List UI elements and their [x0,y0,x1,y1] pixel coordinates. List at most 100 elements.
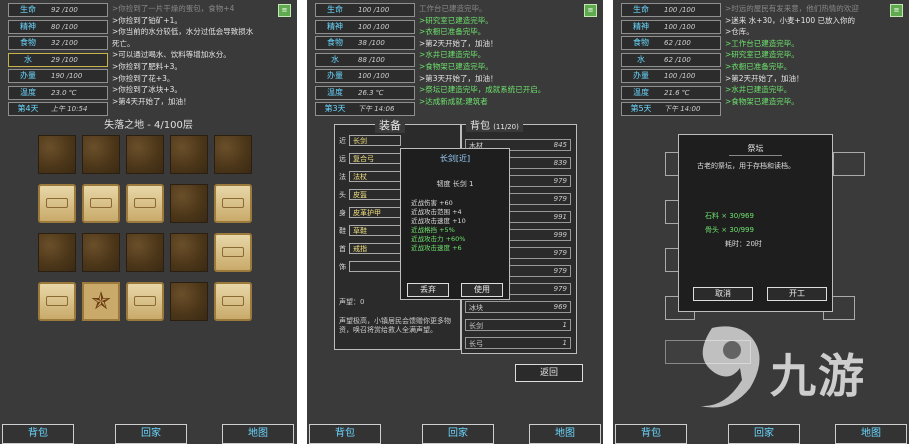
stat-hp: 生命 100 /100 [621,3,721,17]
stat-day: 第3天 下午 14:06 [315,102,415,116]
message-log: 工作台已建造完毕。 >研究室已建造完毕。 >衣橱已准备完毕。 >第2天开始了，加… [419,3,597,107]
map-tile-dirt[interactable] [38,233,76,272]
building-slot[interactable] [833,152,865,176]
map-tile-dirt[interactable] [82,135,120,174]
log-line: >第4天开始了，加油！ [112,96,191,106]
logo-text: 九游 [770,349,866,403]
menu-icon[interactable]: ≡ [278,4,291,17]
bag-button[interactable]: 背包 [615,424,687,444]
equip-slot[interactable]: 头皮盔 [339,189,401,200]
equip-slot[interactable]: 鞋草鞋 [339,225,401,236]
map-tile-chest-icon[interactable] [214,233,252,272]
log-line: >你捡到了肥料+3。 [112,61,182,71]
stats-list: 生命 100 /100 精神 100 /100 食物 62 /100 水 62 /100… [621,3,721,119]
map-tile-chest-icon[interactable] [38,282,76,321]
stat-day: 第5天 下午 14:00 [621,102,721,116]
stat-energy: 办量 190 /100 [8,69,108,83]
cancel-button[interactable]: 取消 [693,287,753,301]
bag-header: 背包 (11/20) [466,117,523,132]
log-line: >食物架已建造完毕。 [725,96,799,106]
altar-time: 耗时：20时 [725,240,762,248]
equipment-header: 装备 [375,117,405,133]
message-log: >时远的屋民有发来意，他们热情的欢迎 >迷来 水+30，小麦+100 已放入你的… [725,3,903,107]
stat-hp: 生命 92 /100 [8,3,108,17]
panel-map: 生命 92 /100 精神 80 /100 食物 32 /100 水 29 /100 办… [0,0,297,444]
menu-icon[interactable]: ≡ [584,4,597,17]
altar-description: 古老的祭坛，用于存档和读档。 [697,162,795,170]
home-button[interactable]: 回家 [115,424,187,444]
bag-button[interactable]: 背包 [2,424,74,444]
home-button[interactable]: 回家 [728,424,800,444]
map-tile-dirt[interactable] [170,282,208,321]
map-button[interactable]: 地图 [222,424,294,444]
bag-item[interactable]: 长剑 1 [465,319,571,331]
equip-slot[interactable]: 近长剑 [339,135,401,146]
bag-item[interactable]: 冰块 969 [465,301,571,313]
use-button[interactable]: 使用 [461,283,503,297]
log-line: >达成新成就:建筑者 [419,96,488,106]
map-tile-dirt[interactable] [214,135,252,174]
log-line: >你捡到了花+3。 [112,73,175,83]
equip-slot[interactable]: 法法杖 [339,171,401,182]
log-line: 死亡。 [112,38,135,48]
log-line: >你当前的水分较低，水分过低会导致损水 [112,27,254,37]
altar-requirement: 石料 × 30/969 [705,212,754,220]
bag-button[interactable]: 背包 [309,424,381,444]
equip-slot[interactable]: 远复合弓 [339,153,401,164]
log-line: >衣橱已准备完毕。 [725,61,792,71]
message-log: >你捡到了一片干燥的蛋包，食物+4 >你捡到了铂矿+1。 >你当前的水分较低，水… [112,3,290,107]
log-line: >第2天开始了，加油！ [725,73,804,83]
stat-spirit: 精神 80 /100 [8,19,108,34]
fame-label: 声望：0 [339,298,365,306]
logo-watermark: 九游 [690,318,900,413]
map-tile-star-icon[interactable]: ✯ [82,282,120,321]
map-tile-dirt[interactable] [38,135,76,174]
build-button[interactable]: 开工 [767,287,827,301]
log-line: >第3天开始了，加油！ [419,73,498,83]
log-line: 工作台已建造完毕。 [419,4,487,13]
log-line: >水井已建造完毕。 [725,85,792,95]
stat-day: 第4天 上午 10:54 [8,102,108,116]
back-button[interactable]: 返回 [515,364,583,382]
map-tile-chest-icon[interactable] [126,184,164,223]
equip-slot[interactable]: 饰 [339,261,401,272]
stat-food: 食物 32 /100 [8,36,108,50]
bag-item[interactable]: 长弓 1 [465,337,571,349]
map-button[interactable]: 地图 [835,424,907,444]
stat-water: 水 88 /100 [315,52,415,67]
map-tile-chest-icon[interactable] [126,282,164,321]
map-tile-dirt[interactable] [170,184,208,223]
map-tile-dirt[interactable] [82,233,120,272]
stat-temp: 温度 23.0 ℃ [8,85,108,100]
log-line: >研究室已建造完毕。 [419,15,493,25]
map-tile-dirt[interactable] [126,135,164,174]
altar-title: 祭坛 [747,144,764,153]
item-stats: 近战伤害 +60 近战攻击范围 +4 近战攻击速度 +10 近战格挡 +5% 近… [411,199,466,252]
stat-energy: 办量 100 /100 [621,69,721,83]
stat-hp: 生命 100 /100 [315,3,415,17]
stat-energy: 办量 100 /100 [315,69,415,83]
map-tile-chest-icon[interactable] [82,184,120,223]
fame-description: 声望极高，小镇居民会馈赠你更多物资，唤召将赏给救人全满声望。 [339,317,451,334]
log-line: >衣橱已准备完毕。 [419,27,486,37]
log-line: >仓库。 [725,27,754,37]
log-line: >祭坛已建造完毕，成就系统已开启。 [419,85,546,95]
map-tile-dirt[interactable] [170,233,208,272]
stat-spirit: 精神 100 /100 [315,19,415,34]
map-tile-dirt[interactable] [126,233,164,272]
stats-list: 生命 92 /100 精神 80 /100 食物 32 /100 水 29 /100 办… [8,3,108,119]
discard-button[interactable]: 丢弃 [407,283,449,297]
map-tile-chest-icon[interactable] [38,184,76,223]
log-line: >时远的屋民有发来意，他们热情的欢迎 [725,4,859,13]
menu-icon[interactable]: ≡ [890,4,903,17]
log-line: >你捡到了冰块+3。 [112,85,182,95]
equip-slot[interactable]: 首戒指 [339,243,401,254]
map-tile-dirt[interactable] [170,135,208,174]
home-button[interactable]: 回家 [422,424,494,444]
equip-slot[interactable]: 身皮革护甲 [339,207,401,218]
map-tile-chest-icon[interactable] [214,184,252,223]
log-line: >你捡到了铂矿+1。 [112,15,182,25]
map-tile-chest-icon[interactable] [214,282,252,321]
map-button[interactable]: 地图 [529,424,601,444]
stat-temp: 温度 26.3 ℃ [315,85,415,100]
